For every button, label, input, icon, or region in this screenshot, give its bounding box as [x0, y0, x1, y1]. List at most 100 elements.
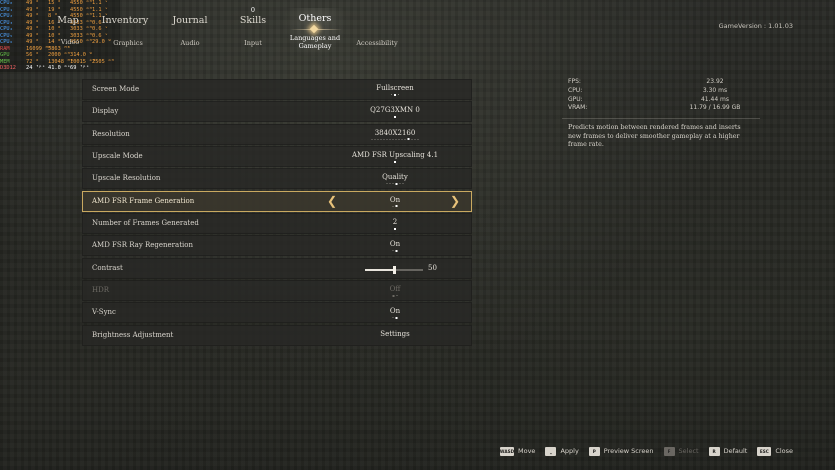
- control-select: F Select: [663, 446, 699, 456]
- chevron-left-icon[interactable]: ❮: [327, 195, 337, 207]
- game-version: GameVersion : 1.01.03: [718, 22, 793, 30]
- setting-row-number-of-frames-generated[interactable]: Number of Frames Generated 2: [82, 213, 472, 235]
- tab-map[interactable]: Map: [57, 15, 78, 26]
- control-default[interactable]: R Default: [708, 446, 748, 456]
- option-dot: [380, 138, 382, 140]
- skills-badge: 0: [250, 6, 256, 14]
- tab-journal[interactable]: Journal: [172, 15, 207, 26]
- option-dot: [404, 138, 406, 140]
- option-dot: [392, 183, 394, 185]
- control-label: Select: [678, 447, 699, 455]
- subtab-accessibility[interactable]: Accessibility: [356, 39, 397, 47]
- option-indicator: [392, 316, 398, 319]
- space-key-icon: ⎵: [545, 446, 557, 456]
- setting-row-hdr: HDR Off: [82, 280, 472, 302]
- option-dot: [392, 317, 394, 319]
- perf-row: D3D12 24 ᶠᵖˢ 41.0 ᵐˢ 69 ᶠᵖˢ: [0, 65, 120, 72]
- top-navigation: Map Inventory Journal 0 Skills Others Vi…: [0, 0, 835, 60]
- setting-label: Screen Mode: [92, 85, 140, 93]
- setting-row-v-sync[interactable]: V-Sync On: [82, 302, 472, 324]
- chevron-right-icon[interactable]: ❯: [450, 195, 460, 207]
- subtab-input[interactable]: Input: [244, 39, 262, 47]
- setting-label: Display: [92, 107, 119, 116]
- setting-value: Settings: [380, 329, 410, 338]
- control-close[interactable]: ESC Close: [757, 446, 794, 456]
- setting-row-screen-mode[interactable]: Screen Mode Fullscreen: [82, 79, 472, 100]
- option-dot: [377, 138, 379, 140]
- setting-row-upscale-mode[interactable]: Upscale Mode AMD FSR Upscaling 4.1: [82, 146, 472, 168]
- tab-skills[interactable]: Skills: [240, 15, 266, 26]
- control-label: Default: [723, 447, 748, 455]
- setting-label: AMD FSR Ray Regeneration: [92, 241, 193, 250]
- control-preview-screen[interactable]: P Preview Screen: [588, 446, 654, 456]
- control-label: Apply: [560, 447, 579, 455]
- slider-fill: [365, 268, 394, 271]
- option-dot: [417, 138, 419, 140]
- option-dot: [392, 138, 394, 140]
- option-dot: [394, 160, 396, 163]
- setting-value: Fullscreen: [376, 84, 414, 92]
- setting-label: Resolution: [92, 129, 130, 138]
- setting-label: Number of Frames Generated: [92, 219, 199, 228]
- setting-row-display[interactable]: Display Q27G3XMN 0: [82, 101, 472, 123]
- option-dot: [389, 138, 391, 140]
- setting-row-amd-fsr-ray-regeneration[interactable]: AMD FSR Ray Regeneration On: [82, 235, 472, 257]
- subtab-video[interactable]: Video: [61, 38, 80, 46]
- slider-value: 50: [428, 263, 437, 272]
- option-indicator: [371, 138, 419, 141]
- stat-label: CPU:: [568, 86, 583, 94]
- option-dot: [395, 182, 398, 185]
- option-dot: [414, 138, 416, 140]
- setting-row-upscale-resolution[interactable]: Upscale Resolution Quality: [82, 168, 472, 190]
- r-key-icon: R: [708, 446, 720, 456]
- option-dot: [399, 183, 401, 185]
- setting-row-contrast[interactable]: Contrast 50: [82, 257, 472, 279]
- setting-label: HDR: [92, 286, 109, 295]
- perf-label: D3D12: [0, 65, 16, 71]
- stat-label: GPU:: [568, 95, 583, 103]
- subtab-languages-and-gameplay[interactable]: Languages and Gameplay: [287, 34, 343, 50]
- setting-value: On: [389, 240, 401, 249]
- option-indicator: [386, 182, 404, 185]
- setting-label: Brightness Adjustment: [92, 330, 174, 339]
- option-dot: [407, 138, 410, 141]
- subtab-graphics[interactable]: Graphics: [113, 39, 143, 47]
- control-move[interactable]: WASD Move: [500, 446, 535, 456]
- stat-row: FPS: 23.92: [562, 78, 760, 87]
- option-dot: [392, 294, 395, 297]
- option-indicator: [394, 115, 396, 118]
- setting-value: 2: [392, 218, 398, 227]
- setting-value: On: [389, 307, 401, 316]
- p-key-icon: P: [588, 446, 600, 456]
- option-dot: [396, 295, 398, 297]
- info-divider: [562, 118, 760, 120]
- contrast-slider[interactable]: [365, 265, 423, 274]
- option-dot: [411, 138, 413, 140]
- setting-row-resolution[interactable]: Resolution 3840X2160: [82, 123, 472, 145]
- setting-value: Quality: [382, 173, 408, 182]
- setting-value: Off: [389, 285, 401, 294]
- perf-value: 41.0 ᵐˢ: [48, 65, 71, 71]
- option-dot: [395, 205, 398, 208]
- option-dot: [383, 138, 385, 140]
- control-label: Close: [775, 447, 794, 455]
- option-dot: [386, 183, 388, 185]
- option-dot: [402, 183, 404, 185]
- setting-row-brightness-adjustment[interactable]: Brightness Adjustment Settings: [82, 324, 472, 346]
- slider-handle[interactable]: [392, 265, 396, 274]
- f-key-icon: F: [663, 446, 675, 456]
- option-dot: [395, 249, 398, 252]
- option-dot: [394, 227, 396, 230]
- subtab-audio[interactable]: Audio: [180, 39, 199, 47]
- option-dot: [398, 94, 399, 95]
- setting-value: 3840X2160: [374, 128, 416, 137]
- option-dot: [395, 316, 398, 319]
- stat-value: 41.44 ms: [700, 95, 730, 103]
- control-apply[interactable]: ⎵ Apply: [545, 446, 579, 456]
- stat-label: VRAM:: [568, 104, 588, 112]
- option-indicator: [392, 294, 398, 297]
- stat-row: VRAM: 11.79 / 16.99 GB: [562, 104, 760, 113]
- tab-others[interactable]: Others: [299, 13, 332, 24]
- tab-inventory[interactable]: Inventory: [102, 15, 148, 26]
- setting-row-amd-fsr-frame-generation[interactable]: AMD FSR Frame Generation On ❮ ❯: [82, 190, 472, 212]
